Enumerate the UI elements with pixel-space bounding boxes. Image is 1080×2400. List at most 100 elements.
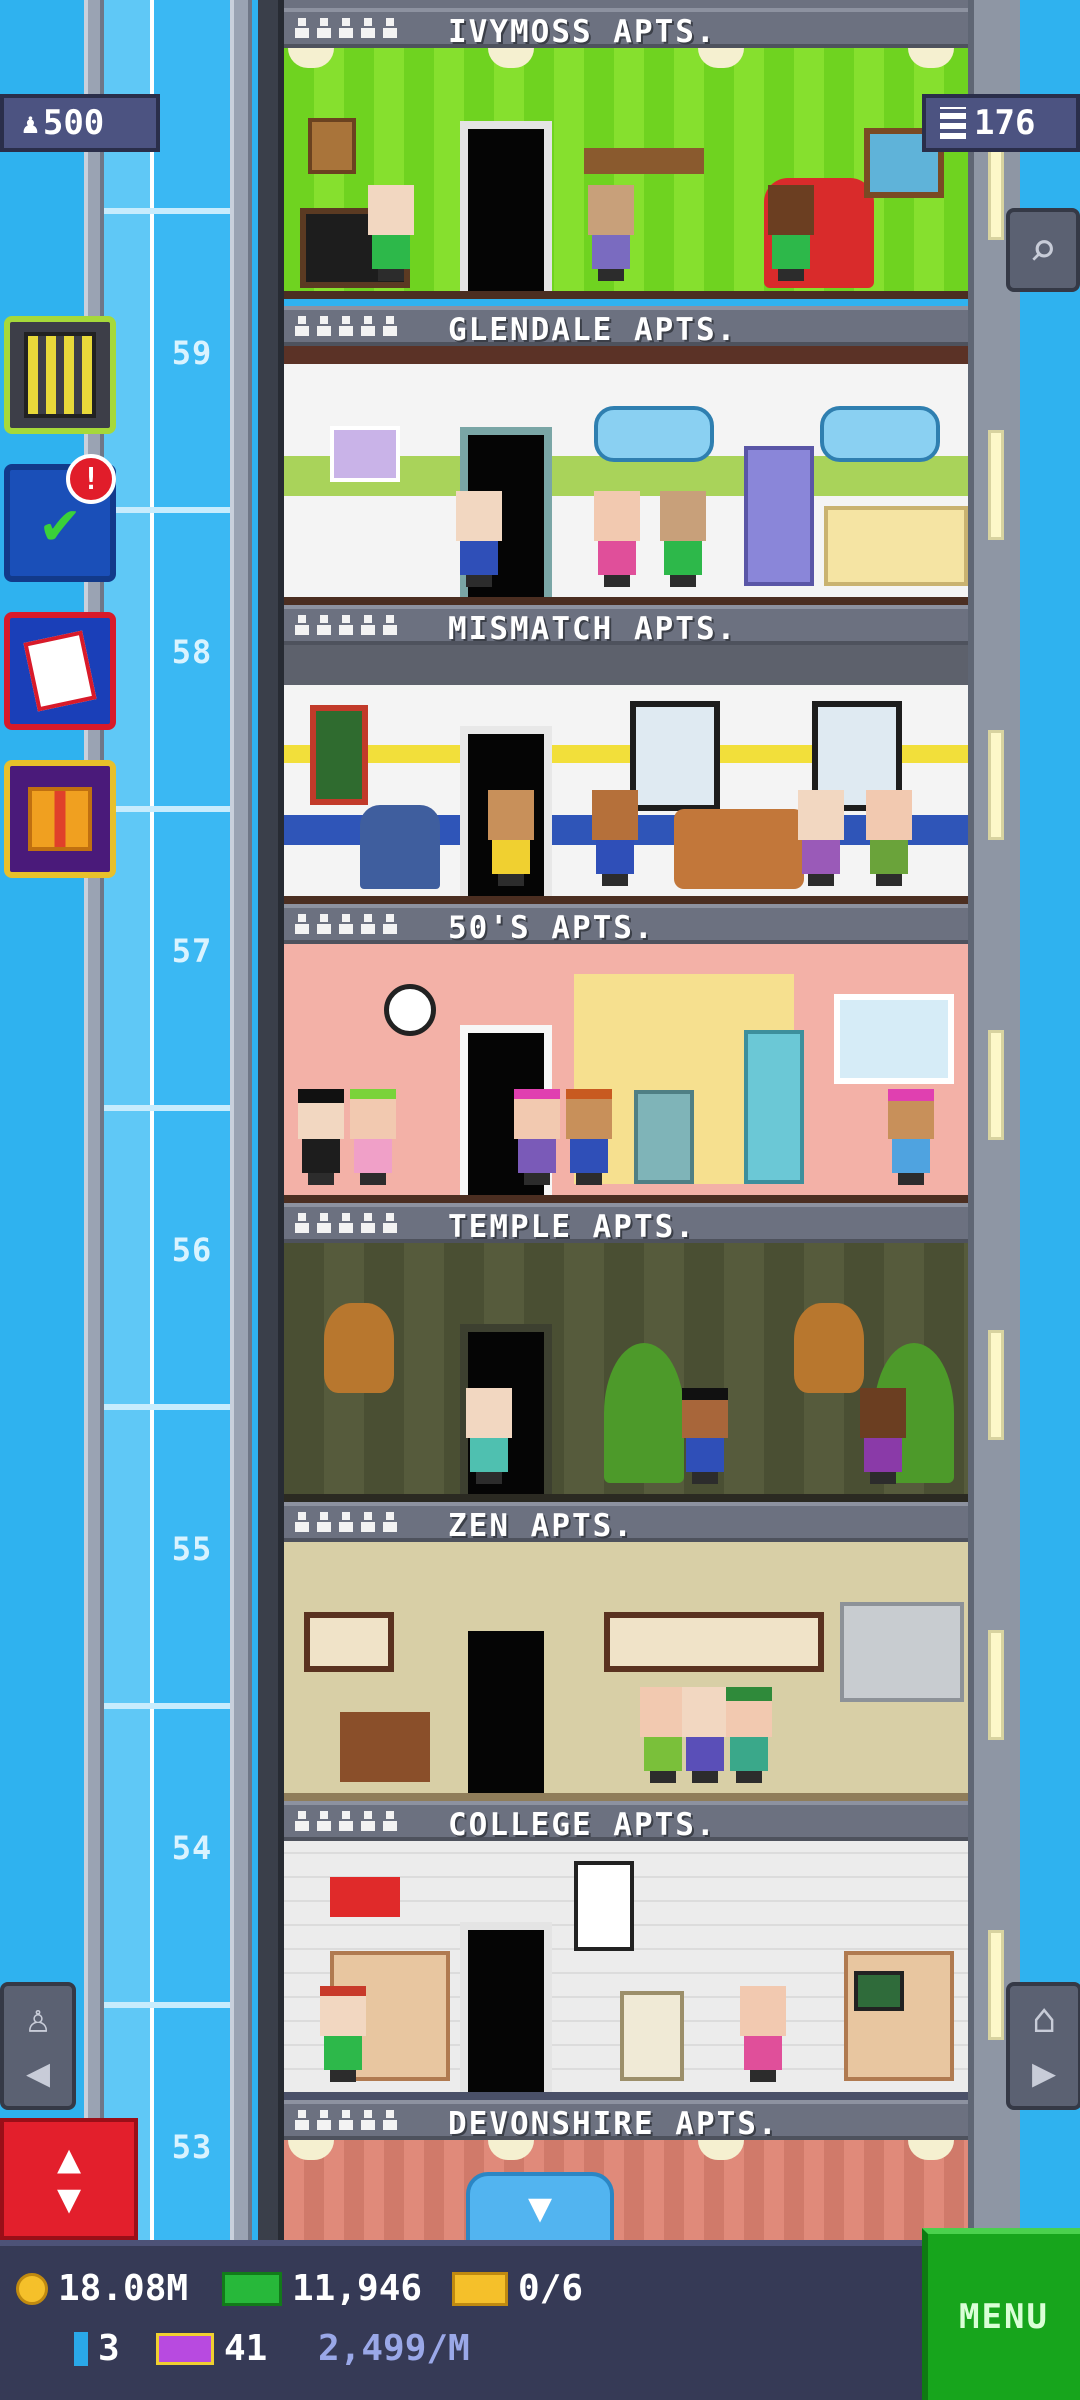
floor-counter[interactable]: 176 <box>922 94 1080 152</box>
resident[interactable] <box>678 1388 732 1484</box>
resident[interactable] <box>462 1388 516 1484</box>
palm-plant <box>604 1343 684 1483</box>
kitchen-counter <box>824 506 968 586</box>
resident[interactable] <box>484 790 538 886</box>
calendar-button[interactable] <box>4 612 116 730</box>
resident[interactable] <box>794 790 848 886</box>
resident[interactable] <box>884 1089 938 1185</box>
resident[interactable] <box>736 1986 790 2082</box>
gift-button[interactable] <box>4 760 116 878</box>
population-icon: ♟ <box>22 106 39 140</box>
resident[interactable] <box>510 1089 564 1185</box>
elevator-shaft[interactable]: 59 58 57 56 55 54 53 <box>104 0 230 2307</box>
lobby-nav-button[interactable]: ♙ ◀ <box>0 1982 76 2110</box>
floor-50s[interactable]: 50'S APTS. <box>284 904 968 1203</box>
calendar-icon <box>23 630 97 712</box>
keys-value: 3 <box>98 2328 120 2369</box>
resident[interactable] <box>294 1089 348 1185</box>
floor-header: MISMATCH APTS. <box>284 605 968 647</box>
floor-mismatch[interactable]: MISMATCH APTS. <box>284 605 968 904</box>
floor-zen[interactable]: ZEN APTS. <box>284 1502 968 1801</box>
resident[interactable] <box>656 491 710 587</box>
oven <box>634 1090 694 1184</box>
armchair <box>360 805 440 889</box>
resident[interactable] <box>590 491 644 587</box>
resource-bar: 18.08M 11,946 0/6 3 41 2,499/M <box>0 2240 1080 2400</box>
notification-badge: ! <box>66 454 116 504</box>
resident[interactable] <box>452 491 506 587</box>
room[interactable] <box>284 2140 968 2240</box>
window-left <box>594 406 714 462</box>
home-icon: ⌂ <box>1031 1996 1057 2042</box>
picture-frame <box>310 705 368 805</box>
vip-icon <box>156 2332 214 2365</box>
floor-college[interactable]: COLLEGE APTS. <box>284 1801 968 2100</box>
floor-temple[interactable]: TEMPLE APTS. <box>284 1203 968 1502</box>
resident[interactable] <box>584 185 638 281</box>
room[interactable] <box>284 1243 968 1502</box>
floor-name: COLLEGE APTS. <box>448 1807 717 1843</box>
ticket-icon <box>452 2271 508 2306</box>
tickets-value: 0/6 <box>518 2268 584 2309</box>
floor-header: 50'S APTS. <box>284 904 968 946</box>
roof-nav-button[interactable]: ⌂ ▶ <box>1006 1982 1080 2110</box>
floor-glendale[interactable]: GLENDALE APTS. <box>284 306 968 605</box>
floor-name: MISMATCH APTS. <box>448 611 738 647</box>
shaft-floor: 56 <box>104 1111 230 1410</box>
checklist-icon: ✔ <box>41 488 79 558</box>
resident[interactable] <box>856 1388 910 1484</box>
build-floor-button[interactable] <box>4 316 116 434</box>
apartment-door[interactable] <box>460 121 552 291</box>
room[interactable] <box>284 1841 968 2100</box>
resident[interactable] <box>722 1687 776 1783</box>
picture-frame <box>308 118 356 174</box>
floor-name: GLENDALE APTS. <box>448 312 738 348</box>
scroll-down-button[interactable]: ▼ <box>466 2172 614 2240</box>
resident[interactable] <box>346 1089 400 1185</box>
floor-name: IVYMOSS APTS. <box>448 14 717 50</box>
floor-number: 56 <box>171 1231 213 1269</box>
statue-head <box>794 1303 864 1393</box>
room[interactable] <box>284 1542 968 1801</box>
resident[interactable] <box>364 185 418 281</box>
resident[interactable] <box>316 1986 370 2082</box>
wall-clock <box>384 984 436 1036</box>
room[interactable] <box>284 645 968 904</box>
elevator-button[interactable]: ▲ ▼ <box>0 2118 138 2240</box>
fridge <box>744 1030 804 1184</box>
search-button[interactable]: ⌕ <box>1006 208 1080 292</box>
resident-slots <box>294 615 398 635</box>
floor-number: 59 <box>171 334 213 372</box>
room[interactable] <box>284 346 968 605</box>
resident[interactable] <box>862 790 916 886</box>
shoji-window <box>304 1612 394 1672</box>
apartment-door[interactable] <box>460 1922 552 2092</box>
floor-name: ZEN APTS. <box>448 1508 634 1544</box>
room[interactable] <box>284 48 968 299</box>
monitor <box>854 1971 904 2011</box>
window <box>834 994 954 1084</box>
keys-stat[interactable]: 3 <box>74 2328 120 2369</box>
statue-head <box>324 1303 394 1393</box>
menu-button[interactable]: MENU <box>922 2228 1080 2400</box>
resident[interactable] <box>588 790 642 886</box>
resident[interactable] <box>562 1089 616 1185</box>
resident-slots <box>294 18 398 38</box>
floor-ivymoss[interactable]: IVYMOSS APTS. <box>284 0 968 299</box>
floor-name: DEVONSHIRE APTS. <box>448 2106 779 2142</box>
room[interactable] <box>284 944 968 1203</box>
window-left <box>630 701 720 811</box>
missions-button[interactable]: ✔ ! <box>4 454 116 582</box>
sofa <box>674 809 804 889</box>
vip-stat[interactable]: 41 <box>156 2328 267 2369</box>
bux-stat[interactable]: 11,946 <box>222 2268 422 2309</box>
resident-slots <box>294 1213 398 1233</box>
apartment-door[interactable] <box>460 1623 552 1793</box>
resident[interactable] <box>764 185 818 281</box>
resident-slots <box>294 316 398 336</box>
coins-stat[interactable]: 18.08M <box>16 2268 188 2309</box>
tickets-stat[interactable]: 0/6 <box>452 2268 583 2309</box>
building-icon <box>24 332 96 418</box>
population-counter[interactable]: ♟ 500 <box>0 94 160 152</box>
resident-slots <box>294 2110 398 2130</box>
